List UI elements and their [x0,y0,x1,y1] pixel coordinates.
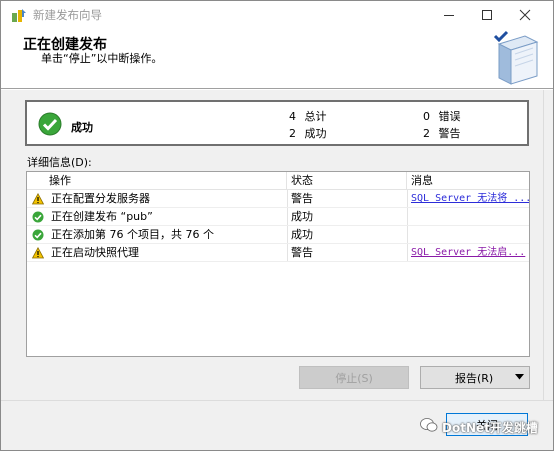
column-header-status[interactable]: 状态 [287,172,407,190]
table-row[interactable]: 正在配置分发服务器 警告 SQL Server 无法将 ... [27,190,529,208]
row-operation: 正在添加第 76 个项目，共 76 个 [51,228,214,241]
stat-error-label: 错误 [438,110,461,123]
stat-success: 2 成功 [289,125,327,141]
success-icon [38,112,62,136]
row-status: 警告 [291,246,313,259]
row-message-link[interactable]: SQL Server 无法将 ... [411,190,529,208]
stat-warning-label: 警告 [438,127,461,140]
stat-warning: 2 警告 [423,125,461,141]
column-header-operation[interactable]: 操作 [27,172,287,190]
row-operation: 正在配置分发服务器 [51,192,150,205]
table-row[interactable]: 正在添加第 76 个项目，共 76 个 成功 [27,226,529,244]
row-message-link[interactable] [411,208,529,226]
warning-icon [32,247,44,259]
report-button[interactable]: 报告(R) [420,366,530,389]
row-message-link[interactable] [411,226,529,244]
report-button-label: 报告(R) [455,371,494,385]
stop-button[interactable]: 停止(S) [299,366,409,389]
stat-total: 4 总计 [289,108,327,124]
page-subtitle: 单击“停止”以中断操作。 [41,52,163,65]
summary-box: 成功 4 总计 2 成功 0 错误 2 警告 [25,100,529,146]
stat-total-count: 4 [289,110,296,123]
stat-error-count: 0 [423,110,430,123]
side-strip [543,90,553,400]
table-row[interactable]: 正在创建发布 “pub” 成功 [27,208,529,226]
column-header-message[interactable]: 消息 [407,172,529,190]
row-status: 警告 [291,192,313,205]
success-icon [32,229,44,241]
title-bar[interactable]: 新建发布向导 [1,1,553,28]
row-message-link[interactable]: SQL Server 无法启... [411,244,529,262]
row-operation: 正在启动快照代理 [51,246,139,259]
publication-book-icon [493,30,539,85]
window-title: 新建发布向导 [33,8,102,22]
row-status: 成功 [291,228,313,241]
wechat-logo-icon [420,418,438,432]
grid-header: 操作 状态 消息 [27,172,529,190]
stat-warning-count: 2 [423,127,430,140]
minimize-button[interactable] [431,1,467,28]
chevron-down-icon[interactable] [515,374,524,380]
watermark-text: DotNet开发跳槽 [442,421,538,435]
table-row[interactable]: 正在启动快照代理 警告 SQL Server 无法启... [27,244,529,262]
details-grid[interactable]: 操作 状态 消息 正在配置分发服务器 警告 SQL Server 无法将 ...… [26,171,530,357]
details-label: 详细信息(D): [27,156,92,169]
row-operation: 正在创建发布 “pub” [51,210,153,223]
summary-status: 成功 [71,121,93,134]
wizard-icon [12,9,26,22]
row-status: 成功 [291,210,313,223]
wizard-header: 正在创建发布 单击“停止”以中断操作。 [1,28,553,89]
close-window-button[interactable] [507,1,543,28]
minimize-icon [444,14,454,16]
stat-error: 0 错误 [423,108,461,124]
wizard-window: 新建发布向导 正在创建发布 单击“停止”以中断操作。 成功 4 总计 2 成功 … [0,0,554,451]
success-icon [32,211,44,223]
warning-icon [32,193,44,205]
stat-success-label: 成功 [304,127,327,140]
stat-total-label: 总计 [304,110,327,123]
close-icon [519,9,531,20]
maximize-icon [482,9,492,20]
maximize-button[interactable] [469,1,505,28]
stat-success-count: 2 [289,127,296,140]
